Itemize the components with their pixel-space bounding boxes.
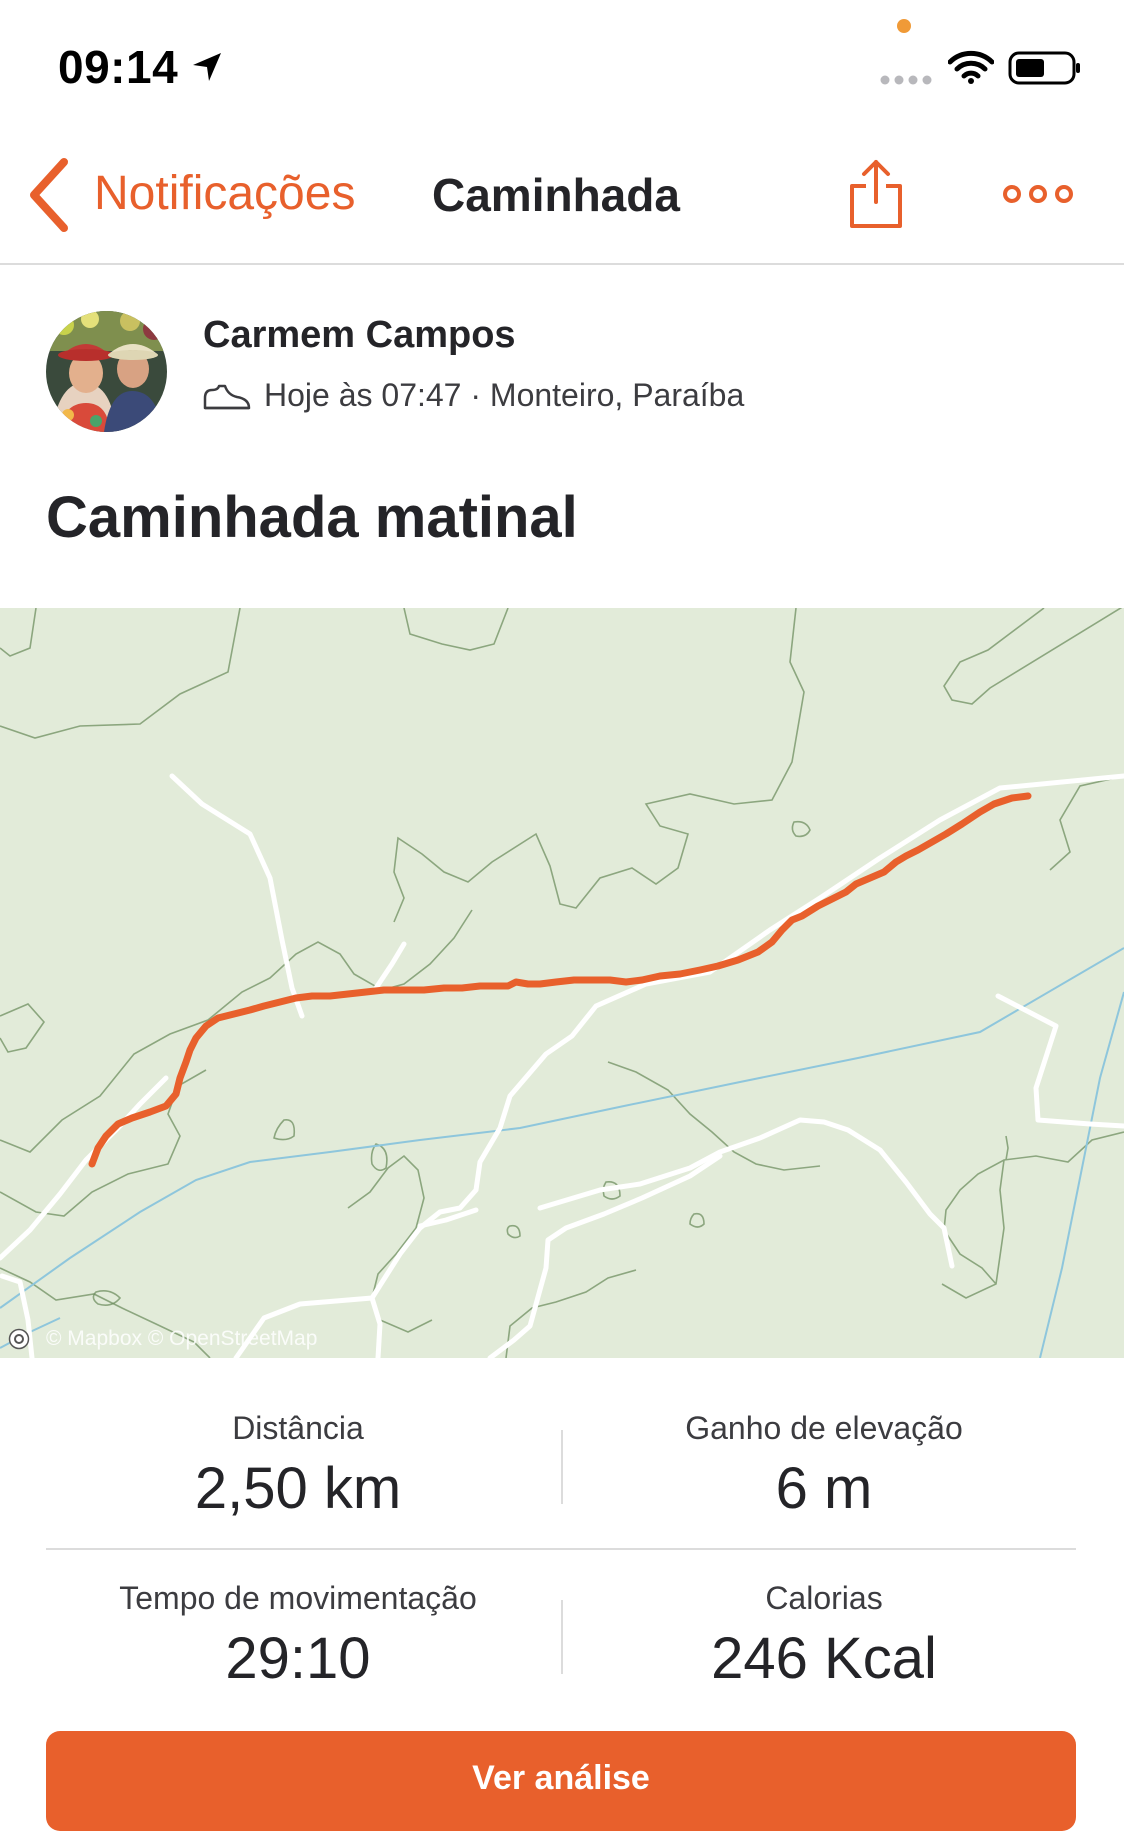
page-title: Caminhada: [432, 169, 680, 221]
stat-value: 246 Kcal: [711, 1626, 937, 1691]
activity-meta: Hoje às 07:47 · Monteiro, Paraíba: [264, 377, 745, 413]
status-bar: 09:14: [0, 0, 1124, 130]
stat-moving-time: Tempo de movimentação 29:10: [38, 1578, 558, 1694]
road-lines: [0, 773, 1124, 1358]
view-analysis-button[interactable]: Ver análise: [46, 1731, 1076, 1831]
location-arrow-icon: [193, 53, 221, 81]
stat-divider: [561, 1600, 563, 1674]
stat-value: 29:10: [225, 1626, 371, 1691]
stat-divider: [561, 1430, 563, 1504]
contour-rings: [92, 820, 811, 1306]
activity-title: Caminhada matinal: [46, 485, 578, 550]
back-button[interactable]: Notificações: [94, 166, 355, 221]
avatar[interactable]: [46, 311, 167, 432]
map-attribution[interactable]: © Mapbox © OpenStreetMap: [46, 1327, 317, 1351]
route-map[interactable]: © Mapbox © OpenStreetMap: [0, 608, 1124, 1358]
stat-elevation-gain: Ganho de elevação 6 m: [564, 1408, 1084, 1524]
stats-divider: [46, 1548, 1076, 1550]
navigation-bar: Notificações Caminhada: [0, 130, 1124, 265]
cellular-signal-icon: [880, 75, 932, 85]
stat-calories: Calorias 246 Kcal: [564, 1578, 1084, 1694]
stat-label: Distância: [232, 1410, 364, 1446]
stat-label: Ganho de elevação: [685, 1410, 963, 1446]
stat-label: Calorias: [765, 1580, 883, 1616]
stat-value: 2,50 km: [194, 1456, 402, 1521]
stat-distance: Distância 2,50 km: [38, 1408, 558, 1524]
mapbox-logo-icon[interactable]: [8, 1328, 30, 1350]
status-time: 09:14: [58, 41, 179, 93]
stat-label: Tempo de movimentação: [119, 1580, 477, 1616]
battery-icon: [1008, 51, 1080, 85]
share-icon[interactable]: [848, 158, 904, 230]
microphone-indicator-dot: [897, 19, 911, 33]
shoe-icon: [203, 384, 251, 410]
map-canvas: [0, 608, 1124, 1358]
athlete-name[interactable]: Carmem Campos: [203, 314, 516, 357]
back-chevron-icon[interactable]: [24, 156, 74, 234]
stat-value: 6 m: [775, 1456, 873, 1521]
water-lines: [0, 947, 1124, 1358]
wifi-icon: [948, 50, 994, 84]
more-icon[interactable]: [1002, 180, 1074, 208]
